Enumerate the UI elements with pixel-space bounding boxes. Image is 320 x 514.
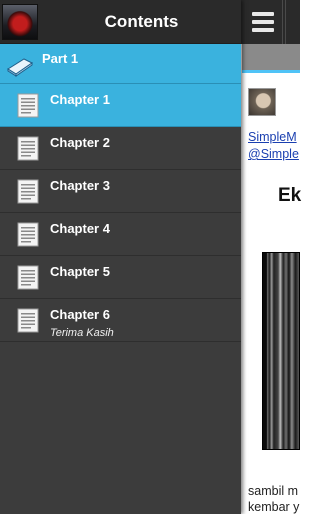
drawer-title: Contents xyxy=(104,12,179,31)
chapter-label: Chapter 1 xyxy=(50,92,110,107)
document-icon xyxy=(17,93,39,118)
part-item[interactable]: Part 1 xyxy=(0,44,241,84)
chapter-heading: Ek xyxy=(278,185,302,206)
author-handle-link[interactable]: @Simple xyxy=(248,147,299,161)
author-avatar xyxy=(248,88,276,116)
chapter-item-2[interactable]: Chapter 2 xyxy=(0,127,241,170)
chapter-item-4[interactable]: Chapter 4 xyxy=(0,213,241,256)
chapter-subtitle: Terima Kasih xyxy=(50,327,114,339)
document-icon xyxy=(17,308,39,333)
chapter-label: Chapter 4 xyxy=(50,221,110,236)
reader-tab-indicator xyxy=(242,70,300,73)
hamburger-menu-icon[interactable] xyxy=(243,0,283,44)
chapter-label: Chapter 6 xyxy=(50,307,110,322)
document-icon xyxy=(17,136,39,161)
book-cover-icon[interactable] xyxy=(2,4,38,40)
document-icon xyxy=(17,265,39,290)
chapter-photo xyxy=(262,252,300,450)
book-icon xyxy=(7,58,33,77)
chapter-item-1[interactable]: Chapter 1 xyxy=(0,84,241,127)
document-icon xyxy=(17,179,39,204)
contents-drawer: Contents Part 1 Chapter 1 Chapter 2 Chap… xyxy=(0,0,241,514)
chapter-label: Chapter 2 xyxy=(50,135,110,150)
part-label: Part 1 xyxy=(42,51,79,66)
chapter-item-6[interactable]: Chapter 6 Terima Kasih xyxy=(0,299,241,342)
document-icon xyxy=(17,222,39,247)
chapter-label: Chapter 5 xyxy=(50,264,110,279)
chapter-item-5[interactable]: Chapter 5 xyxy=(0,256,241,299)
chapter-item-3[interactable]: Chapter 3 xyxy=(0,170,241,213)
drawer-header: Contents xyxy=(0,0,241,44)
reader-tab-strip xyxy=(242,44,300,70)
body-text-line: kembar y xyxy=(248,500,300,514)
chapter-label: Chapter 3 xyxy=(50,178,110,193)
body-text-line: sambil m xyxy=(248,484,299,498)
toolbar-separator xyxy=(285,0,300,44)
author-link[interactable]: SimpleM xyxy=(248,130,297,144)
